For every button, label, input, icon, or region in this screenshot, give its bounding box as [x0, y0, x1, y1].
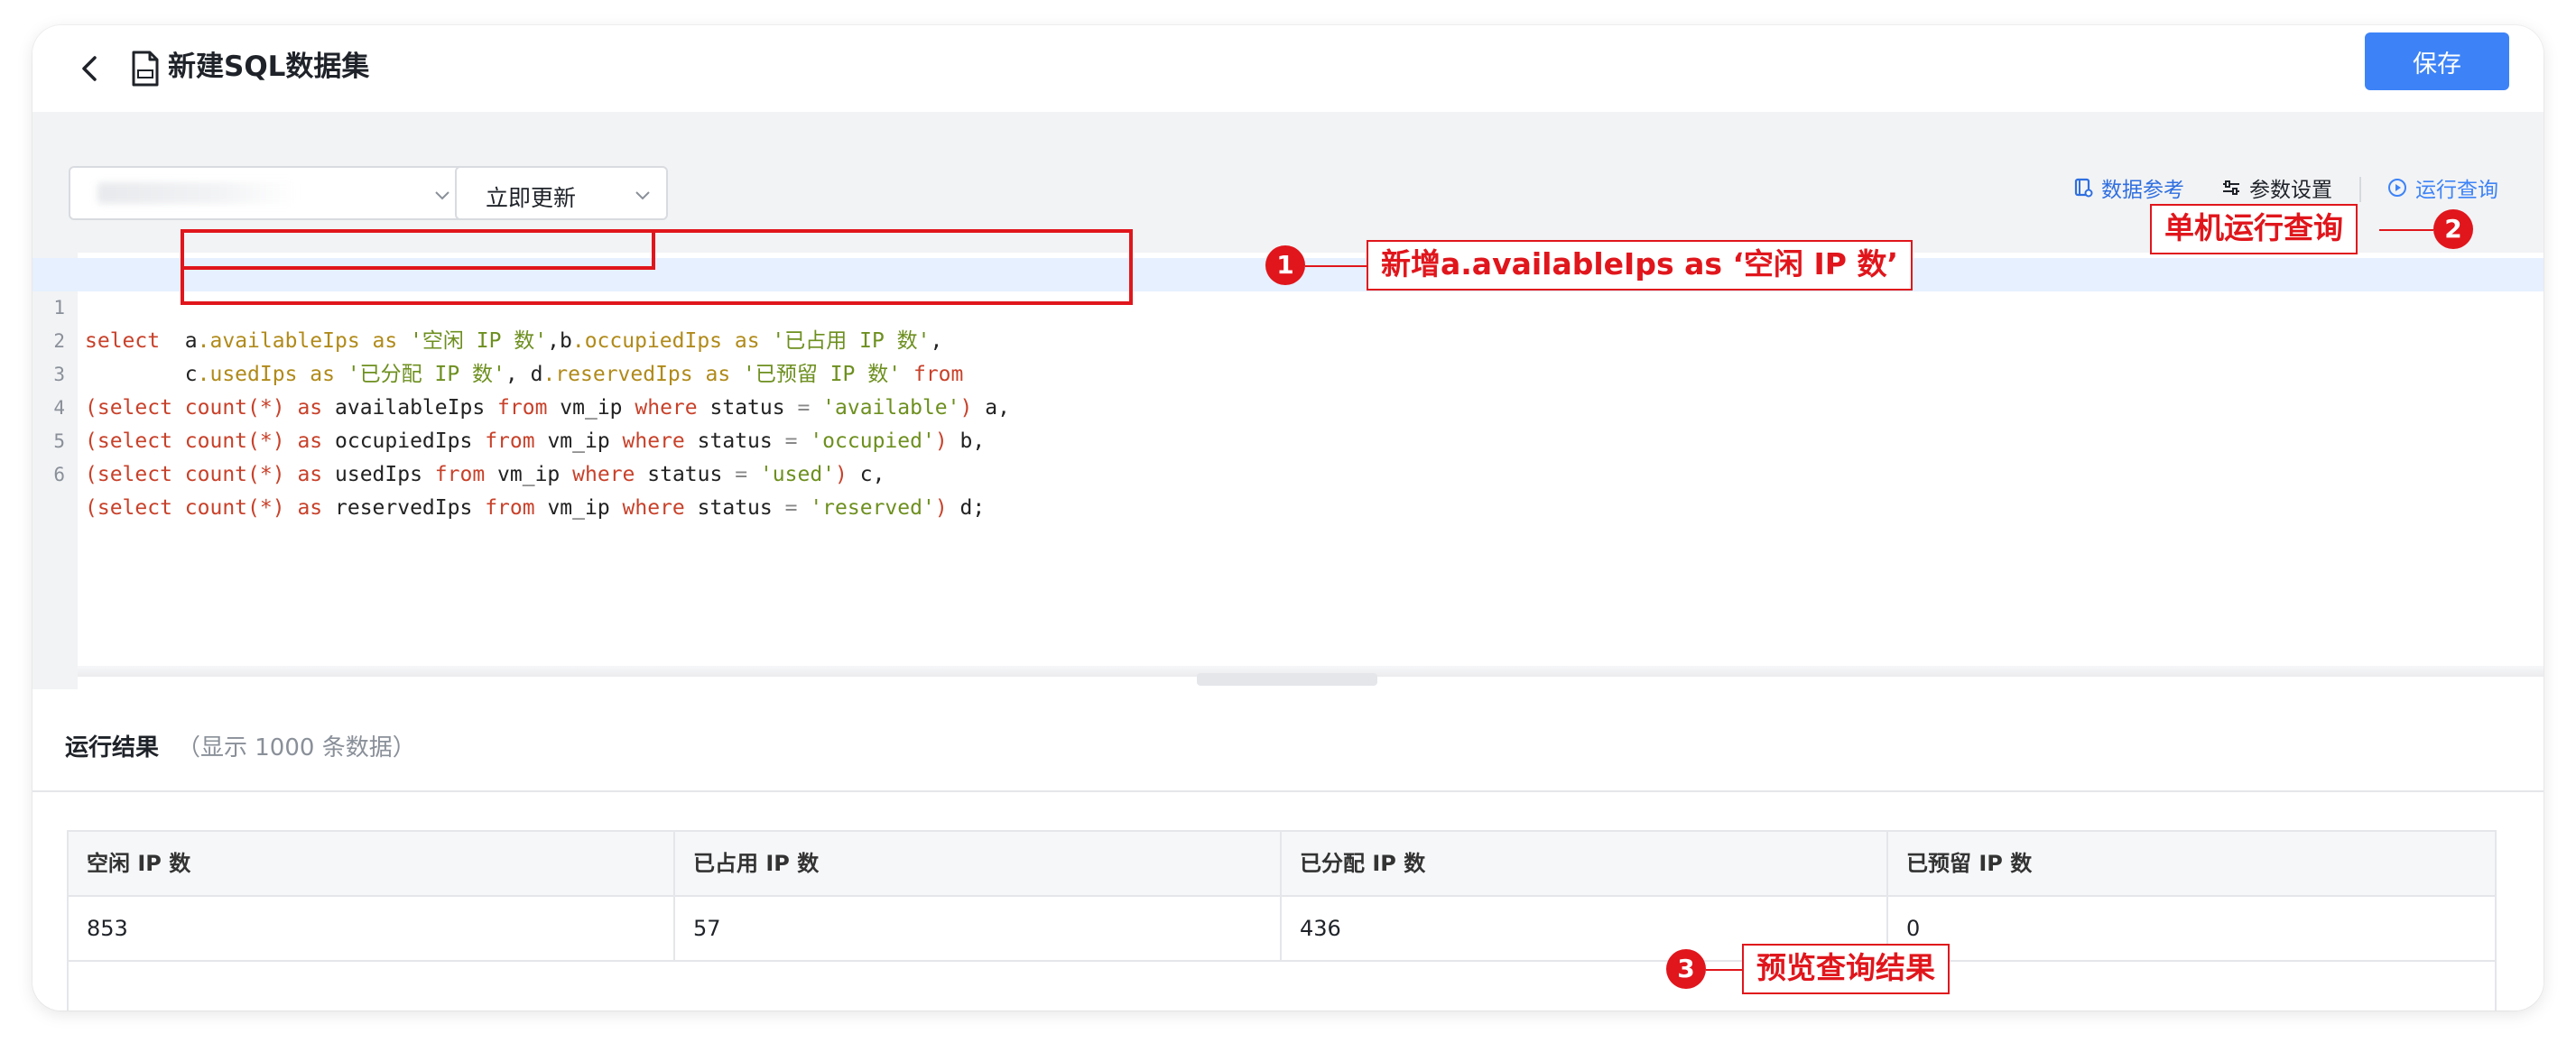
chevron-down-icon	[435, 191, 449, 200]
refresh-mode-select[interactable]: 立即更新	[455, 166, 668, 220]
annotation-highlight-available-ips	[181, 229, 655, 270]
back-arrow-icon[interactable]	[69, 47, 112, 90]
code-line[interactable]: 6 (select count(*) as reservedIps from v…	[32, 425, 2544, 520]
results-row-count-note: （显示 1000 条数据）	[177, 734, 416, 761]
table-cell: 57	[675, 897, 1282, 960]
datasource-select[interactable]	[69, 166, 466, 220]
annotation-badge-3: 3	[1666, 949, 1706, 989]
annotation-label-3: 预览查询结果	[1742, 944, 1950, 994]
table-cell: 0	[1906, 916, 1921, 941]
play-circle-icon	[2388, 179, 2406, 197]
line-number: 6	[53, 464, 65, 485]
toolbar-divider	[2359, 177, 2361, 202]
code-text: (select count(*) as usedIps from vm_ip w…	[85, 463, 885, 486]
sliders-icon	[2223, 180, 2239, 195]
results-table: 空闲 IP 数 已占用 IP 数 已分配 IP 数 已预留 IP 数 853 5…	[67, 830, 2497, 1011]
annotation-connector-3	[1706, 969, 1742, 971]
annotation-connector-2	[2379, 229, 2433, 231]
annotation-connector-1	[1305, 265, 1367, 267]
dataset-editor-window: 新建SQL数据集 保存 立即更新 数据参考 参数设置 运行查询 1 select…	[32, 25, 2544, 1011]
results-title: 运行结果	[65, 734, 160, 761]
header-bar: 新建SQL数据集 保存	[32, 25, 2544, 112]
param-settings-label: 参数设置	[2249, 179, 2332, 202]
annotation-label-2: 单机运行查询	[2150, 204, 2358, 254]
save-button[interactable]: 保存	[2365, 32, 2509, 90]
sql-file-icon	[132, 51, 159, 87]
resize-drag-handle[interactable]	[1197, 673, 1377, 686]
code-line[interactable]: 3 (select count(*) as availableIps from …	[32, 325, 2544, 420]
results-panel: 运行结果 （显示 1000 条数据） 空闲 IP 数 已占用 IP 数 已分配 …	[32, 689, 2544, 1011]
code-line[interactable]: 4 (select count(*) as occupiedIps from v…	[32, 358, 2544, 453]
column-header[interactable]: 已分配 IP 数	[1282, 832, 1888, 895]
table-row[interactable]: 853 57 436 0	[69, 897, 2495, 962]
results-divider	[32, 790, 2544, 792]
annotation-label-1: 新增a.availableIps as ‘空闲 IP 数’	[1367, 240, 1913, 291]
data-reference-label: 数据参考	[2101, 179, 2184, 202]
refresh-mode-value: 立即更新	[486, 185, 577, 211]
column-header[interactable]: 空闲 IP 数	[69, 832, 675, 895]
table-header-row: 空闲 IP 数 已占用 IP 数 已分配 IP 数 已预留 IP 数	[69, 832, 2495, 897]
table-empty-area	[69, 962, 2495, 1011]
run-query-button[interactable]: 运行查询	[2386, 170, 2498, 206]
code-text: (select count(*) as reservedIps from vm_…	[85, 496, 986, 520]
code-line[interactable]: 5 (select count(*) as usedIps from vm_ip…	[32, 392, 2544, 486]
blurred-datasource-value	[97, 182, 296, 204]
column-header[interactable]: 已占用 IP 数	[675, 832, 1282, 895]
run-query-label: 运行查询	[2415, 179, 2498, 202]
annotation-badge-1: 1	[1265, 245, 1305, 285]
book-icon	[2074, 178, 2093, 198]
chevron-down-icon	[635, 191, 650, 200]
sql-editor[interactable]: 1 select a.availableIps as '空闲 IP 数',b.o…	[32, 253, 2544, 689]
column-header[interactable]: 已预留 IP 数	[1888, 832, 2495, 895]
table-cell: 853	[69, 897, 675, 960]
annotation-badge-2: 2	[2433, 209, 2473, 249]
page-title: 新建SQL数据集	[168, 51, 370, 83]
param-settings-button[interactable]: 参数设置	[2220, 170, 2332, 206]
data-reference-button[interactable]: 数据参考	[2072, 170, 2184, 206]
